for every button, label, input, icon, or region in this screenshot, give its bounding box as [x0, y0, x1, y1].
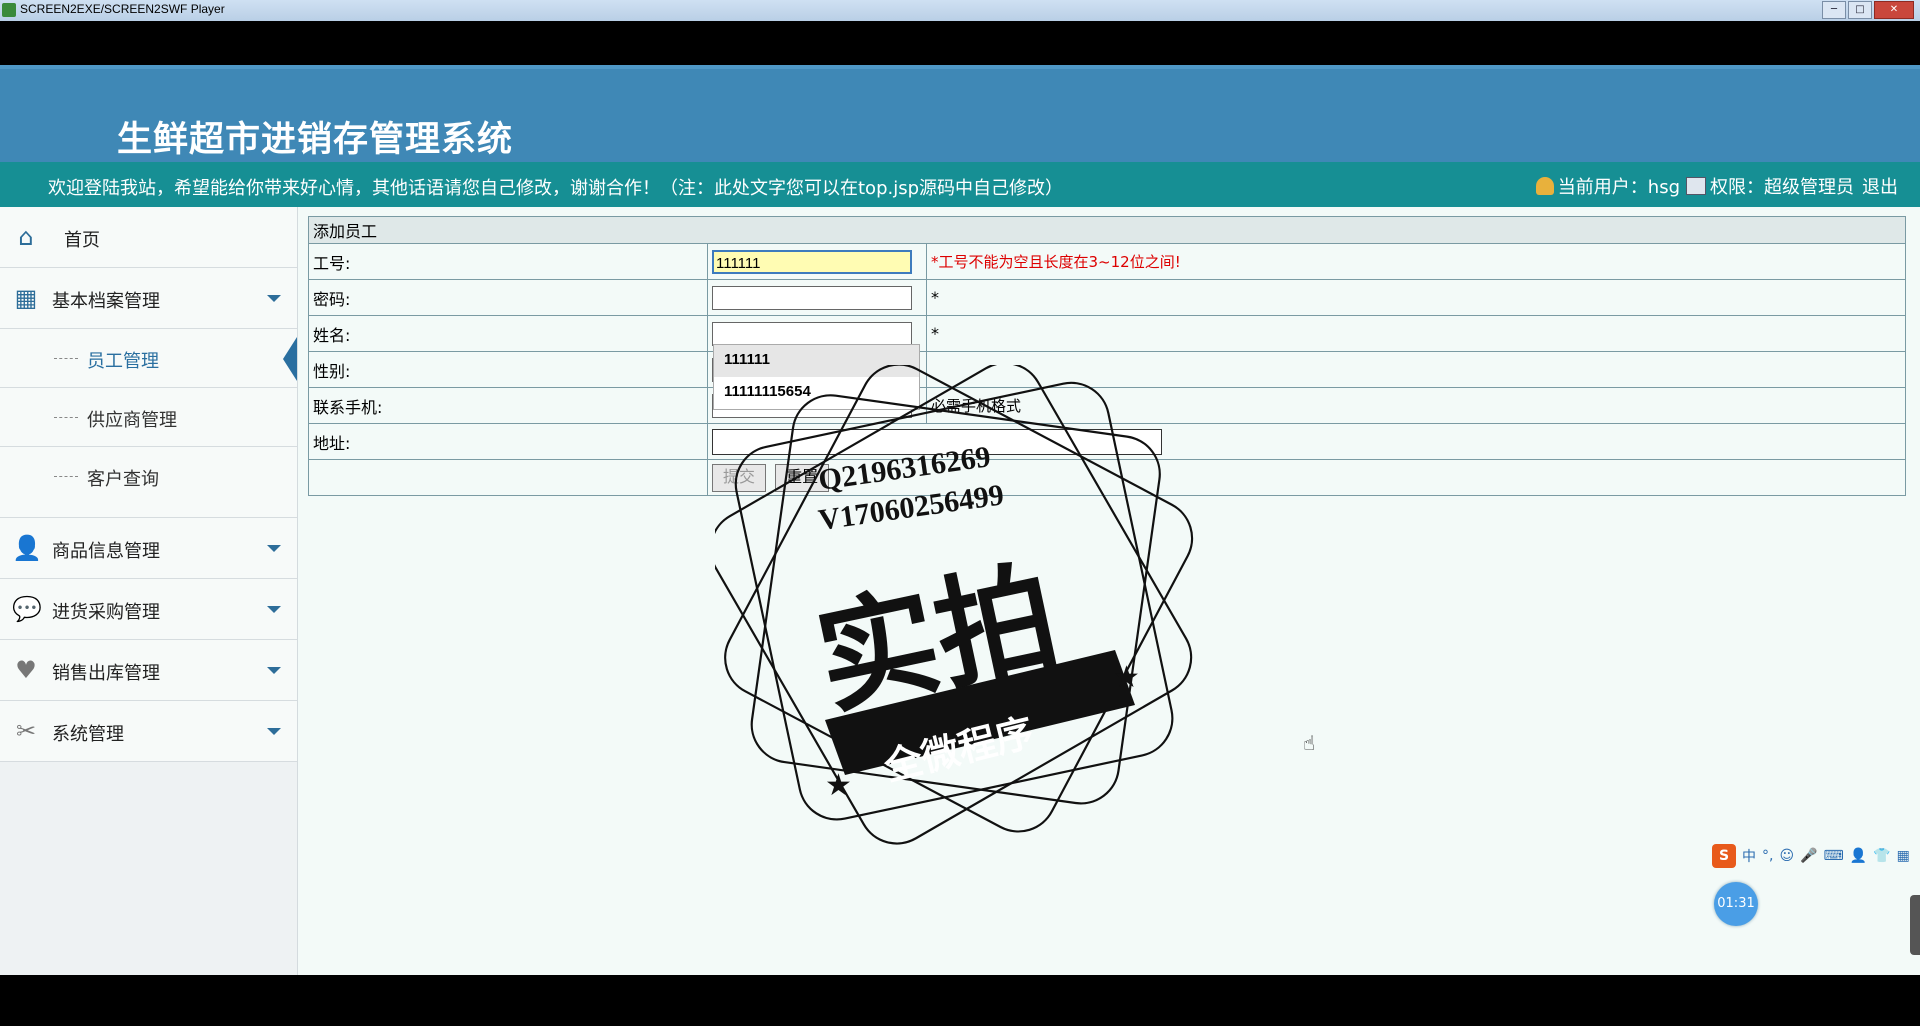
key-icon: [1686, 177, 1706, 195]
minimize-button[interactable]: ─: [1822, 1, 1846, 19]
add-employee-form: 添加员工 工号: 111111 *工号不能为空且长度在3~12位之间! 密码: …: [308, 216, 1906, 496]
tree-connector: [54, 417, 78, 418]
sidebar-subitem-supplier[interactable]: 供应商管理: [0, 388, 297, 447]
app-frame: 生鲜超市进销存管理系统 欢迎登陆我站，希望能给你带来好心情，其他话语请您自己修改…: [0, 65, 1920, 975]
welcome-bar: 欢迎登陆我站，希望能给你带来好心情，其他话语请您自己修改，谢谢合作！（注：此处文…: [0, 162, 1920, 207]
phone-hint: 必需手机格式: [926, 387, 1906, 424]
microphone-icon[interactable]: 🎤: [1800, 848, 1817, 864]
sidebar-item-label: 销售出库管理: [52, 663, 160, 684]
tree-connector: [54, 358, 78, 359]
password-input[interactable]: [712, 285, 912, 310]
sidebar-item-label: 首页: [64, 230, 100, 251]
star-icon: ★: [1113, 660, 1140, 695]
name-input[interactable]: [712, 321, 912, 346]
name-label: 姓名:: [308, 315, 708, 352]
sogou-logo: S: [1712, 844, 1736, 868]
side-handle[interactable]: [1910, 895, 1920, 955]
employee-id-error: *工号不能为空且长度在3~12位之间!: [931, 253, 1181, 271]
window-title: SCREEN2EXE/SCREEN2SWF Player: [20, 2, 225, 16]
recording-timer: 01:31: [1714, 882, 1758, 926]
autocomplete-option[interactable]: 111111: [714, 345, 919, 377]
gender-label: 性别:: [308, 351, 708, 388]
autocomplete-option[interactable]: 11111115654: [714, 377, 919, 409]
sidebar-item-label: 系统管理: [52, 724, 124, 745]
app-icon: [2, 3, 16, 17]
home-icon: ⌂: [18, 223, 34, 251]
shirt-icon[interactable]: 👕: [1873, 848, 1890, 864]
button-row-spacer: [308, 459, 708, 496]
sidebar-item-purchase[interactable]: 💬 进货采购管理: [0, 579, 297, 640]
hand-cursor-icon: ☝: [1303, 731, 1316, 755]
window-titlebar: SCREEN2EXE/SCREEN2SWF Player ─ □ ✕: [0, 0, 1920, 21]
sidebar-item-basic-archive[interactable]: ▦ 基本档案管理: [0, 268, 297, 329]
user-icon: [1535, 177, 1554, 195]
user-info: 当前用户：hsg 权限：超级管理员 退出: [1535, 173, 1898, 199]
sidebar-item-label: 商品信息管理: [52, 541, 160, 562]
sidebar-item-sales[interactable]: ♥ 销售出库管理: [0, 640, 297, 701]
keyboard-icon[interactable]: ⌨: [1824, 848, 1844, 864]
tree-connector: [54, 476, 78, 477]
maximize-button[interactable]: □: [1848, 1, 1872, 19]
active-marker: [283, 337, 297, 381]
reset-button[interactable]: 重置: [775, 463, 830, 492]
grid-menu-icon[interactable]: ▦: [1897, 848, 1910, 864]
watermark-ribbon-text: 全微程序: [879, 710, 1038, 790]
name-hint: *: [926, 315, 1906, 352]
close-button[interactable]: ✕: [1874, 1, 1914, 19]
sidebar: ⌂ 首页 ▦ 基本档案管理 员工管理 供应商管理 客户查询 👤 商品信息管理 💬: [0, 207, 298, 975]
chevron-down-icon: [267, 728, 281, 735]
watermark-ribbon: [825, 650, 1135, 775]
sidebar-item-product-info[interactable]: 👤 商品信息管理: [0, 518, 297, 579]
form-title: 添加员工: [308, 216, 1906, 244]
submit-button[interactable]: 提交: [712, 463, 767, 492]
sidebar-item-home[interactable]: ⌂ 首页: [0, 207, 297, 268]
chevron-down-icon: [267, 606, 281, 613]
phone-label: 联系手机:: [308, 387, 708, 424]
sidebar-item-label: 基本档案管理: [52, 291, 160, 312]
player-top-bar: [0, 21, 1920, 65]
window-controls: ─ □ ✕: [1822, 1, 1914, 19]
sidebar-subitem-label: 供应商管理: [87, 410, 177, 431]
employee-id-input[interactable]: 111111: [712, 249, 912, 274]
ime-mode-toggle[interactable]: 中: [1742, 846, 1756, 866]
star-icon: ★: [825, 768, 852, 803]
employee-id-label: 工号:: [308, 243, 708, 280]
chevron-down-icon: [267, 545, 281, 552]
heart-icon: ♥: [15, 656, 37, 684]
sidebar-subitem-employee[interactable]: 员工管理: [0, 329, 297, 388]
header-highlight: [0, 65, 1920, 69]
player-bottom-bar: [0, 975, 1920, 1026]
grid-icon: ▦: [14, 284, 38, 312]
user-role: 权限：超级管理员: [1710, 177, 1854, 198]
chevron-down-icon: [267, 667, 281, 674]
system-title: 生鲜超市进销存管理系统: [117, 120, 514, 160]
main-content: 添加员工 工号: 111111 *工号不能为空且长度在3~12位之间! 密码: …: [308, 216, 1906, 496]
chevron-down-icon: [267, 295, 281, 302]
tools-icon: ✂: [15, 717, 37, 745]
address-input[interactable]: [712, 428, 1162, 455]
sidebar-item-system[interactable]: ✂ 系统管理: [0, 701, 297, 762]
chat-icon: 💬: [12, 595, 42, 623]
person-icon: 👤: [12, 534, 42, 562]
current-user: 当前用户：hsg: [1557, 177, 1680, 198]
emoji-icon[interactable]: ☺: [1779, 848, 1794, 864]
sidebar-subitem-customer[interactable]: 客户查询: [0, 447, 297, 518]
app-header: 生鲜超市进销存管理系统: [0, 65, 1920, 162]
user-icon[interactable]: 👤: [1850, 848, 1867, 864]
welcome-message: 欢迎登陆我站，希望能给你带来好心情，其他话语请您自己修改，谢谢合作！（注：此处文…: [48, 178, 1064, 199]
sidebar-subitem-label: 员工管理: [87, 351, 159, 372]
password-hint: *: [926, 279, 1906, 316]
ime-punctuation-toggle[interactable]: °,: [1762, 848, 1773, 864]
address-label: 地址:: [308, 423, 708, 460]
watermark-big-text: 实拍: [806, 547, 1070, 733]
sidebar-item-label: 进货采购管理: [52, 602, 160, 623]
logout-link[interactable]: 退出: [1862, 173, 1898, 199]
ime-toolbar: S 中 °, ☺ 🎤 ⌨ 👤 👕 ▦: [1712, 844, 1910, 868]
autocomplete-dropdown: 111111 11111115654: [713, 344, 920, 410]
password-label: 密码:: [308, 279, 708, 316]
sidebar-subitem-label: 客户查询: [87, 469, 159, 490]
